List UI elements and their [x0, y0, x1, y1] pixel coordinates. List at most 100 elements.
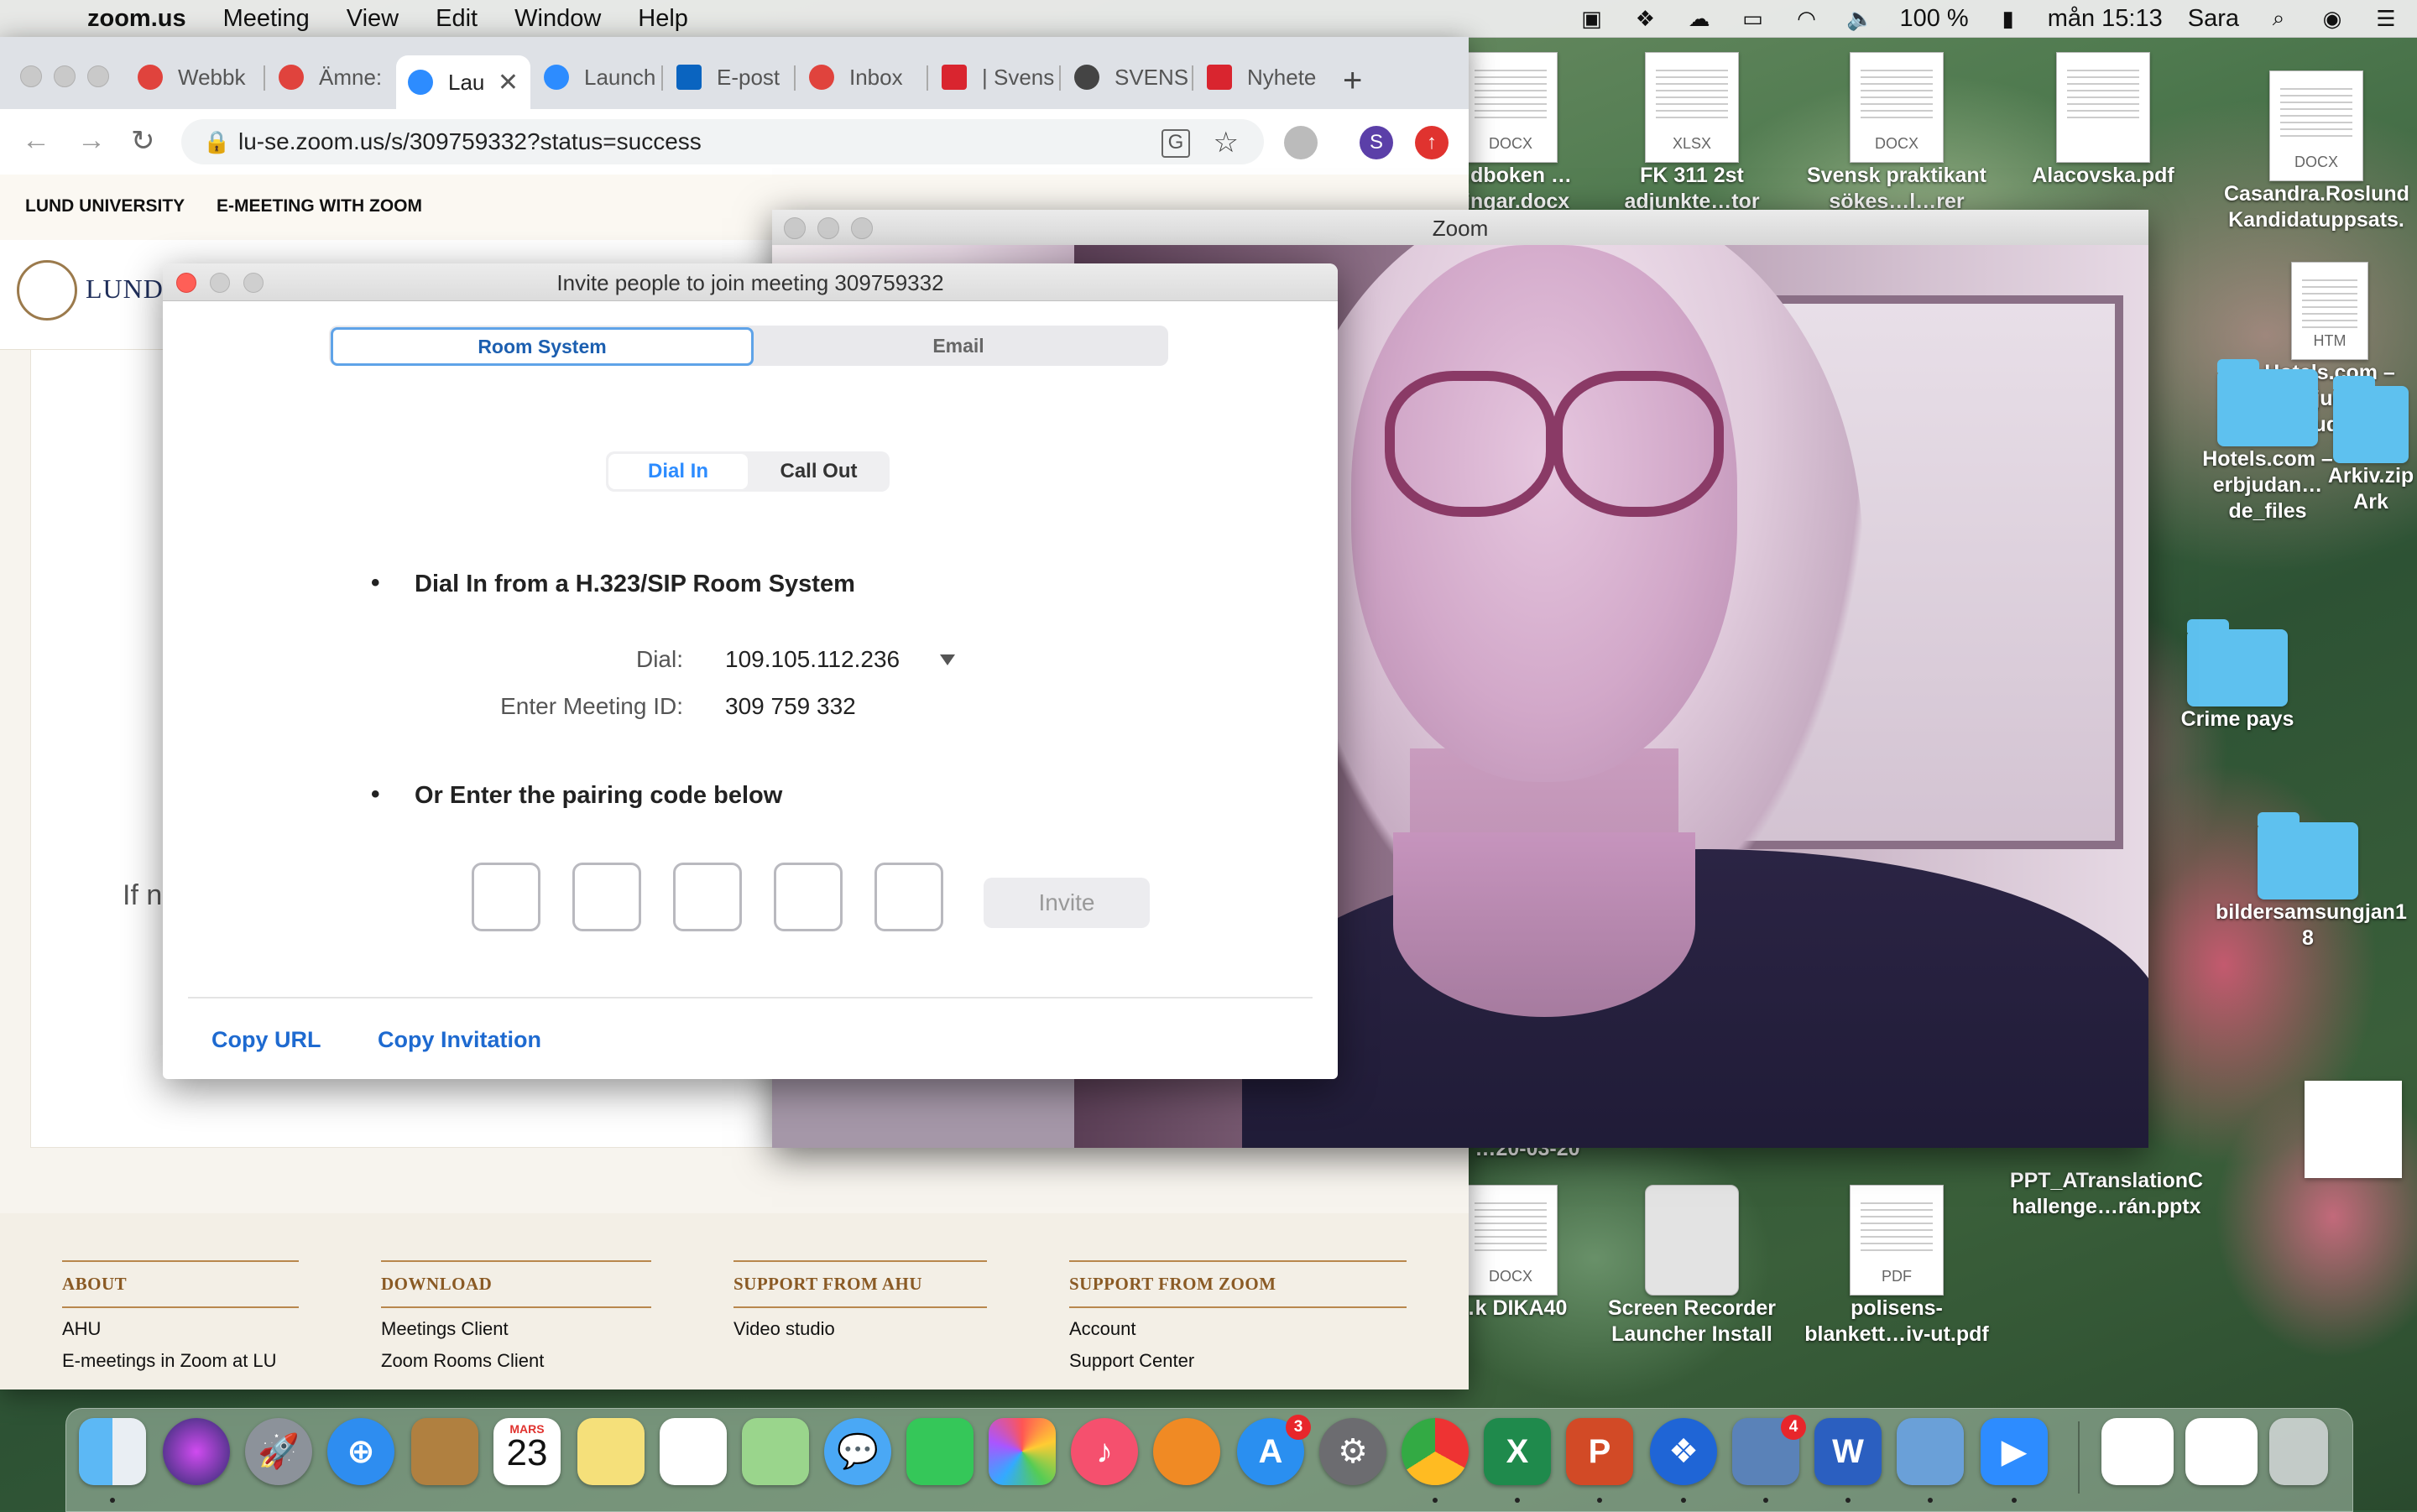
- notification-center-icon[interactable]: ☰: [2372, 6, 2400, 31]
- update-icon[interactable]: ↑: [1415, 126, 1449, 159]
- browser-close-button[interactable]: [20, 65, 42, 87]
- excel-icon[interactable]: X: [1484, 1418, 1551, 1485]
- tab-e-post[interactable]: E-post: [665, 55, 791, 99]
- tab-close-icon[interactable]: ✕: [498, 68, 519, 97]
- footer-link[interactable]: AHU: [62, 1318, 299, 1340]
- invite-button[interactable]: Invite: [984, 878, 1150, 928]
- pairing-code-input-2[interactable]: [572, 863, 641, 931]
- browser-zoom-button[interactable]: [87, 65, 109, 87]
- volume-icon[interactable]: 🔈: [1845, 6, 1874, 31]
- siri-icon[interactable]: [163, 1418, 230, 1485]
- tab-dial-in[interactable]: Dial In: [608, 454, 748, 489]
- blank-file-icon[interactable]: [2305, 1081, 2402, 1178]
- zoom-status-icon[interactable]: ▣: [1577, 6, 1605, 31]
- safari-icon[interactable]: ⊕: [327, 1418, 394, 1485]
- pairing-code-input-4[interactable]: [774, 863, 843, 931]
- menu-help[interactable]: Help: [638, 5, 688, 33]
- browser-minimize-button[interactable]: [54, 65, 76, 87]
- dial-ip-value[interactable]: 109.105.112.236: [725, 646, 900, 673]
- tab-call-out[interactable]: Call Out: [748, 451, 890, 492]
- airplay-icon[interactable]: ▭: [1738, 6, 1767, 31]
- forward-icon[interactable]: →: [77, 124, 106, 157]
- photos-icon[interactable]: [989, 1418, 1056, 1485]
- powerpoint-icon[interactable]: P: [1566, 1418, 1633, 1485]
- copy-invitation-button[interactable]: Copy Invitation: [378, 1027, 541, 1053]
- pairing-code-input-1[interactable]: [472, 863, 540, 931]
- tab-amne[interactable]: Ämne:: [267, 55, 393, 99]
- desktop-icon[interactable]: Alacovska.pdf: [2011, 52, 2195, 189]
- menu-app-name[interactable]: zoom.us: [87, 5, 186, 33]
- messages-icon[interactable]: 💬: [824, 1418, 891, 1485]
- desktop-icon[interactable]: bildersamsungjan1 8: [2216, 797, 2407, 952]
- desktop-icon[interactable]: PDF polisens- blankett…iv-ut.pdf: [1804, 1185, 1989, 1348]
- new-tab-button[interactable]: +: [1343, 62, 1362, 100]
- url-text[interactable]: lu-se.zoom.us/s/309759332?status=success: [238, 128, 702, 155]
- profile-avatar[interactable]: S: [1360, 126, 1393, 159]
- calendar-icon[interactable]: MARS 23: [493, 1418, 561, 1485]
- spotlight-search-icon[interactable]: ⌕: [2264, 5, 2293, 30]
- tab-email[interactable]: Email: [749, 326, 1168, 366]
- contacts-icon[interactable]: [411, 1418, 478, 1485]
- notes-icon[interactable]: [577, 1418, 645, 1485]
- desktop-icon[interactable]: DOCX Casandra.Roslund Kandidatuppsats.: [2224, 70, 2409, 233]
- battery-icon[interactable]: ▮: [1994, 6, 2023, 31]
- bookmark-star-icon[interactable]: ☆: [1214, 126, 1239, 159]
- extension-shield-icon[interactable]: [1284, 126, 1318, 159]
- lund-university-seal-logo[interactable]: [17, 260, 77, 321]
- desktop-icon[interactable]: PPT_ATranslationC hallenge…rán.pptx: [2006, 1168, 2207, 1220]
- battery-percent[interactable]: 100 %: [1899, 5, 1968, 33]
- tab-webbk[interactable]: Webbk: [126, 55, 252, 99]
- maps-icon[interactable]: [742, 1418, 809, 1485]
- backup-icon[interactable]: ☁: [1684, 6, 1713, 31]
- user-name[interactable]: Sara: [2188, 5, 2239, 33]
- tab-svens[interactable]: SVENS: [1062, 55, 1188, 99]
- menu-view[interactable]: View: [347, 5, 399, 33]
- desktop-icon[interactable]: Arkiv.zip Ark: [2325, 361, 2417, 515]
- itunes-icon[interactable]: ♪: [1071, 1418, 1138, 1485]
- menu-window[interactable]: Window: [514, 5, 601, 33]
- siri-icon[interactable]: ◉: [2318, 6, 2347, 31]
- translate-icon[interactable]: G: [1162, 129, 1190, 158]
- preview-icon[interactable]: [1897, 1418, 1964, 1485]
- nav-lund-university[interactable]: LUND UNIVERSITY: [25, 196, 185, 216]
- launchpad-icon[interactable]: 🚀: [245, 1418, 312, 1485]
- tab-svenska[interactable]: | Svens: [930, 55, 1056, 99]
- trash-icon[interactable]: [2269, 1418, 2328, 1485]
- copy-url-button[interactable]: Copy URL: [211, 1027, 321, 1053]
- reminders-icon[interactable]: [660, 1418, 727, 1485]
- tab-room-system[interactable]: Room System: [331, 327, 754, 366]
- zoom-dock-icon[interactable]: ▶: [1981, 1418, 2048, 1485]
- finder-icon[interactable]: [79, 1418, 146, 1485]
- system-preferences-icon[interactable]: ⚙: [1319, 1418, 1386, 1485]
- footer-link[interactable]: Account: [1069, 1318, 1407, 1340]
- word-icon[interactable]: W: [1814, 1418, 1882, 1485]
- pairing-code-input-5[interactable]: [874, 863, 943, 931]
- dialog-title-bar[interactable]: Invite people to join meeting 309759332: [163, 263, 1338, 301]
- back-icon[interactable]: ←: [22, 124, 50, 157]
- tab-nyheter[interactable]: Nyhete: [1195, 55, 1321, 99]
- menu-meeting[interactable]: Meeting: [223, 5, 310, 33]
- nav-e-meeting[interactable]: E-MEETING WITH ZOOM: [217, 196, 422, 216]
- desktop-icon[interactable]: Screen Recorder Launcher Install: [1600, 1185, 1784, 1348]
- tab-launch-meeting-active[interactable]: Lau ✕: [396, 55, 530, 109]
- facetime-icon[interactable]: [906, 1418, 974, 1485]
- chrome-icon[interactable]: [1402, 1418, 1469, 1485]
- books-icon[interactable]: [1153, 1418, 1220, 1485]
- footer-link[interactable]: E-meetings in Zoom at LU: [62, 1350, 299, 1372]
- footer-link[interactable]: Meetings Client: [381, 1318, 651, 1340]
- tab-inbox[interactable]: Inbox: [797, 55, 923, 99]
- footer-link[interactable]: Zoom Rooms Client: [381, 1350, 651, 1372]
- pairing-code-input-3[interactable]: [673, 863, 742, 931]
- clock[interactable]: mån 15:13: [2048, 5, 2163, 33]
- footer-link[interactable]: Video studio: [733, 1318, 987, 1340]
- dial-dropdown-icon[interactable]: [940, 654, 955, 665]
- dropbox-dock-icon[interactable]: ❖: [1650, 1418, 1717, 1485]
- address-bar[interactable]: 🔒 lu-se.zoom.us/s/309759332?status=succe…: [181, 119, 1264, 164]
- desktop-icon[interactable]: Crime pays: [2145, 604, 2330, 733]
- reload-icon[interactable]: ↻: [131, 124, 155, 158]
- tab-launch[interactable]: Launch: [532, 55, 658, 99]
- document-thumbnail-icon[interactable]: [2185, 1418, 2258, 1485]
- wifi-icon[interactable]: ◠: [1792, 6, 1820, 31]
- dropbox-icon[interactable]: ❖: [1631, 6, 1659, 31]
- zoom-title-bar[interactable]: Zoom: [772, 210, 2148, 246]
